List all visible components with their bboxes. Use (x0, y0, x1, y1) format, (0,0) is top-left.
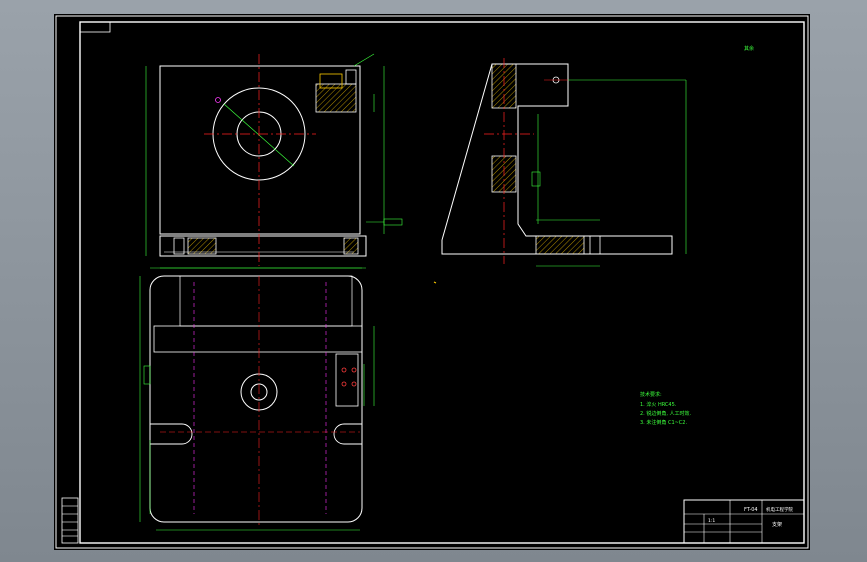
tech-notes-heading: 技术要求: (640, 391, 662, 398)
tech-note-2: 2. 锐边倒角, 人工时效. (640, 410, 692, 417)
title-block[interactable]: FT-04 机电工程学院 支架 1:1 (683, 499, 805, 544)
tech-note-3: 3. 未注倒角 C1~C2. (640, 419, 687, 426)
front-view[interactable] (145, 53, 403, 269)
part-name: 支架 (772, 521, 782, 528)
revision-strip (61, 497, 79, 544)
drawing-sheet[interactable]: 技术要求: 1. 淬火 HRC45. 2. 锐边倒角, 人工时效. 3. 未注倒… (54, 14, 810, 550)
cad-viewport[interactable]: 技术要求: 1. 淬火 HRC45. 2. 锐边倒角, 人工时效. 3. 未注倒… (0, 0, 867, 562)
scale-value: 1:1 (708, 518, 715, 524)
drawing-number: FT-04 (744, 507, 758, 513)
cad-drawing: 技术要求: 1. 淬火 HRC45. 2. 锐边倒角, 人工时效. 3. 未注倒… (55, 15, 809, 549)
corner-label-box (79, 21, 111, 33)
inner-frame (79, 21, 805, 544)
roughness-mark: 其余 (744, 45, 754, 52)
unit-name: 机电工程学院 (766, 506, 793, 513)
technical-requirements: 技术要求: 1. 淬火 HRC45. 2. 锐边倒角, 人工时效. 3. 未注倒… (640, 391, 692, 426)
outer-frame (55, 15, 809, 549)
top-view[interactable] (139, 267, 375, 531)
side-view[interactable] (433, 58, 687, 284)
tech-note-1: 1. 淬火 HRC45. (640, 401, 677, 408)
